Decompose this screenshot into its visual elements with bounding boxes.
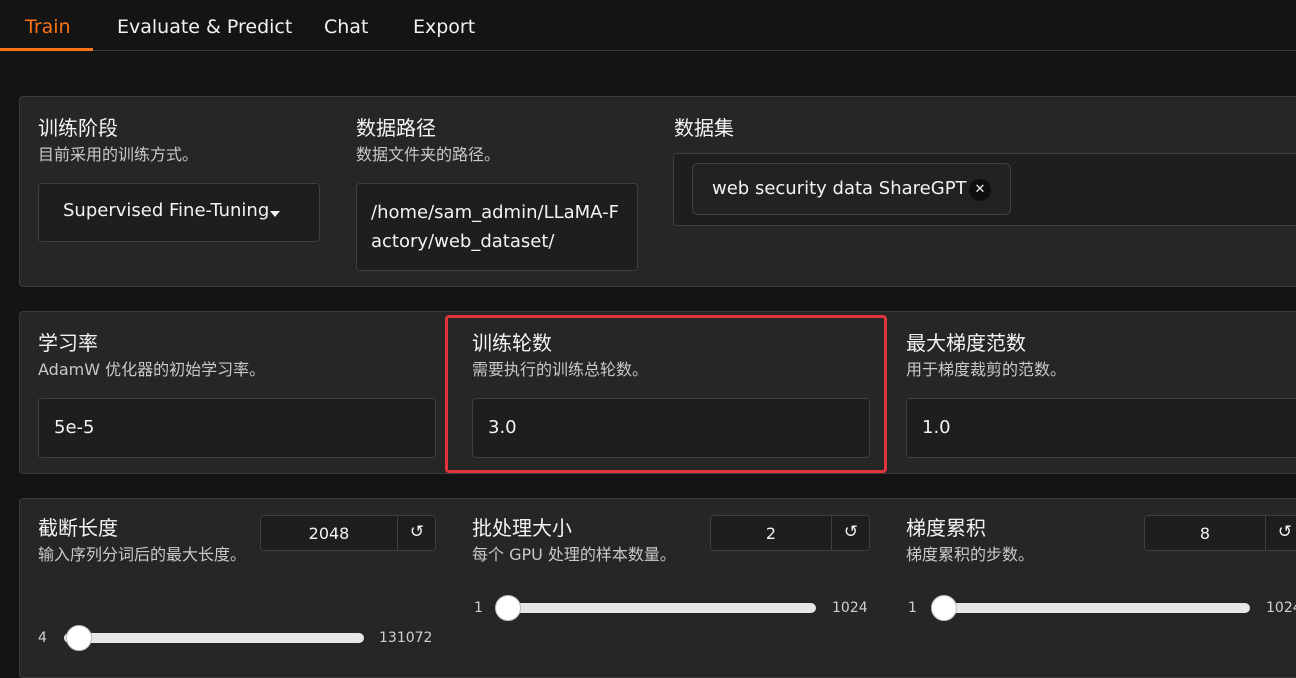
num-epochs-info: 需要执行的训练总轮数。 <box>472 360 649 379</box>
max-grad-norm-value: 1.0 <box>922 417 951 438</box>
dataset-dir-label: 数据路径 <box>356 116 436 140</box>
max-grad-norm-input[interactable]: 1.0 <box>906 398 1296 458</box>
num-epochs-value: 3.0 <box>488 417 517 438</box>
dataset-label: 数据集 <box>674 116 734 140</box>
row-batch-settings: 截断长度 输入序列分词后的最大长度。 2048 ↺ 4 131072 批处理大小… <box>19 498 1296 678</box>
num-epochs-label: 训练轮数 <box>472 331 552 355</box>
reset-icon[interactable]: ↺ <box>832 522 870 542</box>
row-optimizer-settings: 学习率 AdamW 优化器的初始学习率。 5e-5 训练轮数 需要执行的训练总轮… <box>19 311 1296 474</box>
batch-size-info: 每个 GPU 处理的样本数量。 <box>472 545 676 564</box>
batch-size-value: 2 <box>765 524 777 543</box>
max-grad-norm-info: 用于梯度裁剪的范数。 <box>906 360 1067 379</box>
grad-accum-min: 1 <box>908 600 917 616</box>
dataset-dir-field: 数据路径 数据文件夹的路径。 <box>356 115 500 167</box>
stage-label: 训练阶段 <box>38 116 118 140</box>
grad-accum-value: 8 <box>1199 524 1211 543</box>
num-epochs-input[interactable]: 3.0 <box>472 398 870 458</box>
grad-accum-label: 梯度累积 <box>906 516 986 540</box>
num-epochs-field: 训练轮数 需要执行的训练总轮数。 <box>472 330 648 382</box>
cutoff-len-slider-thumb[interactable] <box>65 625 92 651</box>
reset-icon[interactable]: ↺ <box>398 522 436 542</box>
dataset-chip-label: web security data ShareGPT <box>712 178 967 199</box>
cutoff-len-max: 131072 <box>379 630 433 646</box>
cutoff-len-info: 输入序列分词后的最大长度。 <box>38 545 247 564</box>
tab-export[interactable]: Export <box>413 0 475 51</box>
tab-train[interactable]: Train <box>25 0 71 51</box>
stage-dropdown[interactable]: Supervised Fine-Tuning <box>38 183 320 242</box>
batch-size-slider-track[interactable] <box>498 603 816 613</box>
dataset-field: 数据集 <box>674 115 734 141</box>
dataset-dir-info: 数据文件夹的路径。 <box>356 145 501 164</box>
batch-size-max: 1024 <box>832 600 868 616</box>
dataset-dir-value: /home/sam_admin/LLaMA-Factory/web_datase… <box>371 202 619 252</box>
reset-icon[interactable]: ↺ <box>1266 522 1296 542</box>
cutoff-len-field: 截断长度 输入序列分词后的最大长度。 <box>38 515 248 567</box>
grad-accum-info: 梯度累积的步数。 <box>906 545 1035 564</box>
grad-accum-number[interactable]: 8 ↺ <box>1144 515 1296 551</box>
dataset-chip: web security data ShareGPT ✕ <box>692 163 1011 215</box>
learning-rate-info: AdamW 优化器的初始学习率。 <box>38 360 266 379</box>
learning-rate-input[interactable]: 5e-5 <box>38 398 436 458</box>
cutoff-len-min: 4 <box>38 630 47 646</box>
cutoff-len-value: 2048 <box>308 524 350 543</box>
row-data-settings: 训练阶段 目前采用的训练方式。 Supervised Fine-Tuning 数… <box>19 96 1296 287</box>
grad-accum-slider-thumb[interactable] <box>931 595 958 621</box>
active-tab-indicator <box>0 48 93 51</box>
grad-accum-slider-track[interactable] <box>932 603 1250 613</box>
max-grad-norm-label: 最大梯度范数 <box>906 331 1026 355</box>
batch-size-min: 1 <box>474 600 483 616</box>
batch-size-number[interactable]: 2 ↺ <box>710 515 870 551</box>
learning-rate-value: 5e-5 <box>54 417 95 438</box>
max-grad-norm-field: 最大梯度范数 用于梯度裁剪的范数。 <box>906 330 1066 382</box>
batch-size-label: 批处理大小 <box>472 516 572 540</box>
cutoff-len-slider-track[interactable] <box>64 633 364 643</box>
grad-accum-max: 1024 <box>1266 600 1296 616</box>
learning-rate-field: 学习率 AdamW 优化器的初始学习率。 <box>38 330 265 382</box>
dataset-multiselect[interactable]: web security data ShareGPT ✕ <box>673 153 1296 226</box>
remove-chip-icon[interactable]: ✕ <box>969 179 991 201</box>
batch-size-field: 批处理大小 每个 GPU 处理的样本数量。 <box>472 515 676 567</box>
stage-selected-value: Supervised Fine-Tuning <box>63 200 270 221</box>
tab-evaluate-predict[interactable]: Evaluate & Predict <box>117 0 292 51</box>
caret-down-icon <box>270 211 280 217</box>
cutoff-len-label: 截断长度 <box>38 516 118 540</box>
cutoff-len-number[interactable]: 2048 ↺ <box>260 515 436 551</box>
grad-accum-field: 梯度累积 梯度累积的步数。 <box>906 515 1034 567</box>
learning-rate-label: 学习率 <box>38 331 98 355</box>
stage-info: 目前采用的训练方式。 <box>38 145 199 164</box>
tab-chat[interactable]: Chat <box>324 0 368 51</box>
tab-bar: Train Evaluate & Predict Chat Export <box>0 0 1296 51</box>
stage-field: 训练阶段 目前采用的训练方式。 <box>38 115 198 167</box>
batch-size-slider-thumb[interactable] <box>495 595 522 621</box>
dataset-dir-input[interactable]: /home/sam_admin/LLaMA-Factory/web_datase… <box>356 183 638 271</box>
